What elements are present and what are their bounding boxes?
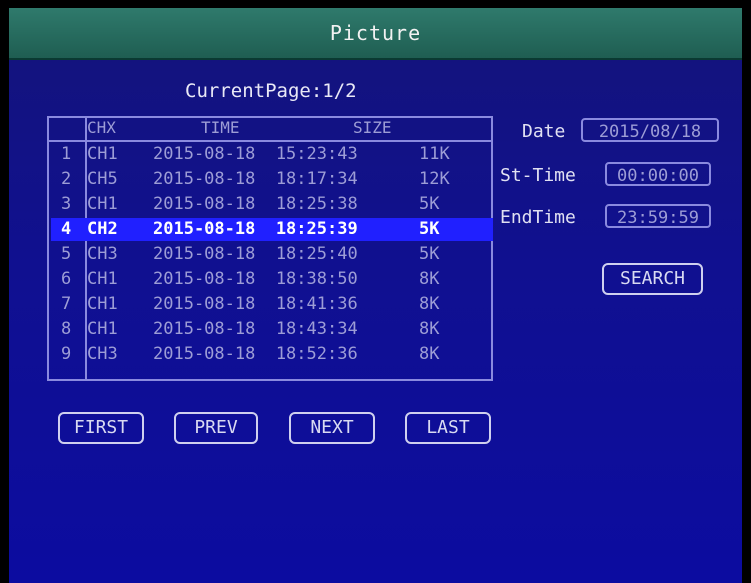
row-time: 2015-08-18 18:41:36 (153, 294, 358, 314)
row-channel: CH3 (87, 344, 118, 364)
row-index: 4 (61, 219, 72, 239)
row-time: 2015-08-18 18:25:40 (153, 244, 358, 264)
row-index: 2 (61, 169, 72, 189)
row-time: 2015-08-18 18:43:34 (153, 319, 358, 339)
row-time: 2015-08-18 18:52:36 (153, 344, 358, 364)
row-time: 2015-08-18 15:23:43 (153, 144, 358, 164)
row-channel: CH1 (87, 294, 118, 314)
row-size: 5K (419, 244, 440, 264)
title-bar: Picture (9, 8, 742, 60)
row-index: 9 (61, 344, 72, 364)
row-index: 3 (61, 194, 72, 214)
picture-list-table: CHX TIME SIZE 1 CH1 2015-08-18 15:23:43 11K… (47, 116, 493, 381)
row-size: 11K (419, 144, 450, 164)
row-time: 2015-08-18 18:25:39 (153, 219, 358, 239)
row-channel: CH2 (87, 219, 118, 239)
row-channel: CH5 (87, 169, 118, 189)
window-title: Picture (329, 21, 422, 45)
row-size: 8K (419, 269, 440, 289)
row-time: 2015-08-18 18:17:34 (153, 169, 358, 189)
column-header-channel: CHX (87, 118, 116, 137)
last-page-button[interactable]: LAST (405, 412, 491, 444)
row-channel: CH1 (87, 319, 118, 339)
row-channel: CH1 (87, 194, 118, 214)
row-size: 5K (419, 219, 440, 239)
start-time-field[interactable]: 00:00:00 (605, 162, 711, 186)
row-size: 12K (419, 169, 450, 189)
row-time: 2015-08-18 18:25:38 (153, 194, 358, 214)
row-size: 5K (419, 194, 440, 214)
prev-page-button[interactable]: PREV (174, 412, 258, 444)
row-index: 6 (61, 269, 72, 289)
row-time: 2015-08-18 18:38:50 (153, 269, 358, 289)
table-divider-horizontal (49, 140, 491, 142)
row-index: 5 (61, 244, 72, 264)
row-size: 8K (419, 294, 440, 314)
row-index: 8 (61, 319, 72, 339)
row-index: 1 (61, 144, 72, 164)
row-index: 7 (61, 294, 72, 314)
search-button[interactable]: SEARCH (602, 263, 703, 295)
first-page-button[interactable]: FIRST (58, 412, 144, 444)
date-field[interactable]: 2015/08/18 (581, 118, 719, 142)
row-channel: CH1 (87, 144, 118, 164)
next-page-button[interactable]: NEXT (289, 412, 375, 444)
column-header-time: TIME (201, 118, 240, 137)
date-label: Date (522, 121, 566, 142)
row-channel: CH1 (87, 269, 118, 289)
column-header-size: SIZE (353, 118, 392, 137)
end-time-field[interactable]: 23:59:59 (605, 204, 711, 228)
end-time-label: EndTime (500, 207, 576, 228)
row-size: 8K (419, 344, 440, 364)
start-time-label: St-Time (500, 165, 576, 186)
row-channel: CH3 (87, 244, 118, 264)
current-page-indicator: CurrentPage:1/2 (185, 80, 357, 102)
row-size: 8K (419, 319, 440, 339)
dvr-screen: Picture CurrentPage:1/2 CHX TIME SIZE 1C… (9, 8, 742, 583)
